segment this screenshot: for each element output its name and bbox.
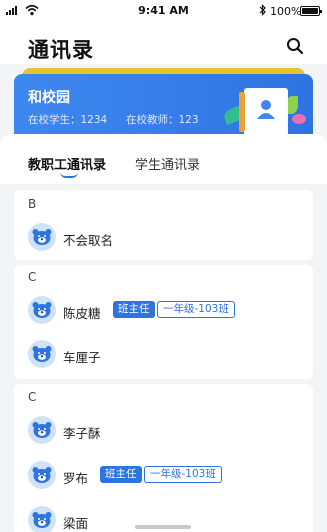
bear-avatar-icon [32, 346, 52, 362]
class-badge: 一年级-103班 [144, 466, 222, 483]
bear-avatar-icon [32, 422, 52, 438]
class-badge: 一年级-103班 [157, 301, 235, 318]
user-icon [257, 100, 275, 119]
contact-row[interactable]: 车厘子 [14, 334, 313, 378]
search-icon[interactable] [286, 37, 304, 55]
avatar [28, 461, 56, 489]
bear-avatar-icon [32, 302, 52, 318]
contact-row[interactable]: 不会取名 [14, 217, 313, 261]
contact-name: 李子酥 [63, 426, 101, 441]
tab-staff-contacts[interactable]: 教职工通讯录 [28, 154, 106, 173]
role-badge: 班主任 [100, 466, 142, 483]
contact-group: C 李子酥 罗布 班主任 一年级-103班 梁面 [14, 384, 313, 532]
student-count: 在校学生：1234 [28, 114, 108, 126]
avatar [28, 296, 56, 324]
contact-group: B 不会取名 [14, 190, 313, 260]
contact-name: 罗布 [63, 471, 89, 486]
active-tab-indicator [60, 172, 78, 178]
tab-student-contacts[interactable]: 学生通讯录 [135, 154, 200, 173]
contact-row[interactable]: 李子酥 [14, 410, 313, 454]
battery-icon [300, 6, 322, 16]
avatar [28, 506, 56, 532]
avatar [28, 223, 56, 251]
teacher-count: 在校教师：123 [126, 114, 199, 126]
contact-group: C 陈皮糖 班主任 一年级-103班 车厘子 [14, 265, 313, 379]
contacts-page: 9:41 AM 100% 通讯录 和校园 在校学生：1234 在校教师：123 … [0, 0, 327, 532]
status-bar: 9:41 AM 100% [0, 0, 327, 22]
contact-name: 不会取名 [63, 233, 114, 248]
bear-avatar-icon [32, 512, 52, 528]
contact-name: 梁面 [63, 516, 89, 531]
battery-percent: 100% [270, 5, 302, 18]
contact-row[interactable]: 陈皮糖 班主任 一年级-103班 [14, 290, 313, 334]
role-badge: 班主任 [113, 301, 155, 318]
contact-book-icon [239, 88, 288, 136]
contacts-sheet: 教职工通讯录 学生通讯录 B 不会取名 C 陈皮糖 班主任 一年级-103班 车… [0, 134, 327, 532]
group-letter: B [28, 197, 37, 211]
leaf-decoration [292, 114, 306, 124]
contact-row[interactable]: 罗布 班主任 一年级-103班 [14, 455, 313, 499]
avatar [28, 416, 56, 444]
group-letter: C [28, 390, 37, 404]
avatar [28, 340, 56, 368]
page-title: 通讯录 [28, 38, 94, 62]
bluetooth-icon [259, 4, 266, 16]
home-indicator[interactable] [135, 525, 191, 529]
contact-name: 车厘子 [63, 350, 101, 365]
school-name: 和校园 [28, 90, 70, 106]
contact-name: 陈皮糖 [63, 306, 101, 321]
bear-avatar-icon [32, 467, 52, 483]
tab-bar: 教职工通讯录 学生通讯录 [0, 134, 327, 184]
bear-avatar-icon [32, 229, 52, 245]
group-letter: C [28, 270, 37, 284]
